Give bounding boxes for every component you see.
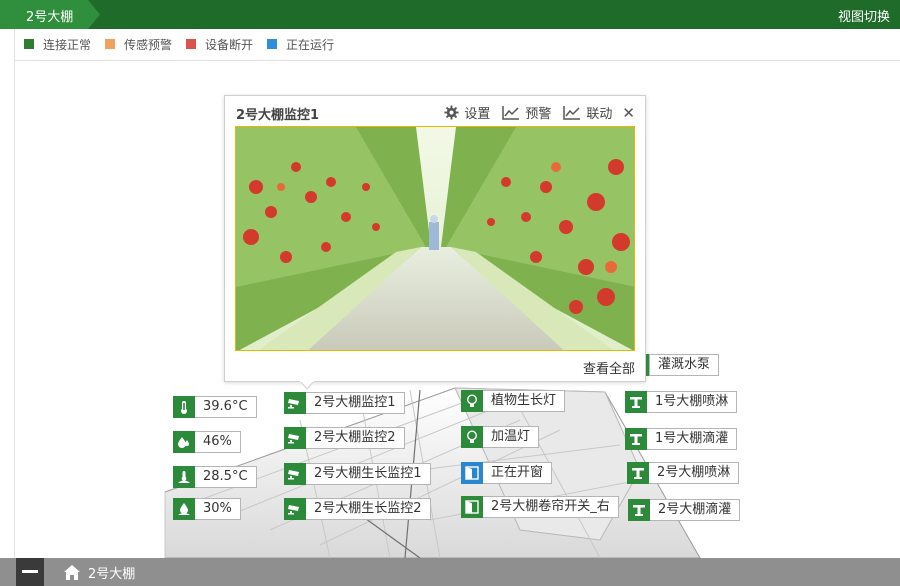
sprinkler-icon (628, 499, 650, 521)
device-label: 灌溉水泵 (649, 354, 720, 376)
legend-swatch (267, 39, 278, 49)
settings-label: 设置 (464, 107, 491, 122)
window-icon (461, 462, 483, 484)
legend-item-connected: 连接正常 (24, 36, 91, 52)
linkage-label: 联动 (586, 107, 613, 122)
view-all-link[interactable]: 查看全部 (583, 358, 635, 377)
breadcrumb[interactable]: 2号大棚 (0, 0, 100, 29)
legend-label: 设备断开 (205, 37, 254, 52)
popup-toolbar: 设置 预警 联动 ✕ (438, 103, 635, 122)
curtain-switch-right[interactable]: 2号大棚卷帘开关_右 (461, 496, 619, 518)
legend-item-sensor-warning: 传感预警 (105, 36, 172, 52)
home-label: 2号大棚 (88, 567, 136, 582)
status-legend: 连接正常 传感预警 设备断开 正在运行 (24, 36, 334, 52)
device-label: 1号大棚喷淋 (647, 391, 738, 413)
line-chart-icon (502, 106, 520, 120)
camera-device-3[interactable]: 2号大棚生长监控1 (284, 463, 431, 485)
humidity-drop-icon (173, 431, 195, 453)
thermometer-icon (173, 396, 195, 418)
irrigation-pump[interactable]: 灌溉水泵 (646, 354, 720, 376)
camera-device-1[interactable]: 2号大棚监控1 (284, 392, 405, 414)
legend-label: 正在运行 (286, 37, 335, 52)
irrigation-drip-2[interactable]: 2号大棚滴灌 (628, 499, 741, 521)
device-label: 2号大棚生长监控2 (306, 498, 431, 520)
camera-icon (284, 463, 306, 485)
device-label: 正在开窗 (483, 462, 553, 484)
sensor-value: 28.5°C (195, 466, 257, 488)
device-label: 2号大棚卷帘开关_右 (483, 496, 619, 518)
light-bulb-icon (461, 426, 483, 448)
breadcrumb-label: 2号大棚 (26, 10, 74, 25)
device-label: 2号大棚喷淋 (649, 462, 740, 484)
content-left-border (14, 29, 15, 558)
bottom-bar: 2号大棚 (0, 558, 900, 586)
sprinkler-icon (627, 462, 649, 484)
warning-label: 预警 (525, 107, 552, 122)
camera-icon (284, 392, 306, 414)
sensor-value: 39.6°C (195, 396, 257, 418)
legend-label: 连接正常 (43, 37, 92, 52)
light-plant-growth[interactable]: 植物生长灯 (461, 390, 566, 412)
sensor-value: 30% (195, 498, 241, 520)
minus-icon (22, 570, 38, 573)
soil-moisture-icon (173, 498, 195, 520)
legend-label: 传感预警 (124, 37, 173, 52)
device-label: 1号大棚滴灌 (647, 428, 738, 450)
sensor-soil-moisture[interactable]: 30% (173, 498, 241, 520)
soil-temperature-icon (173, 466, 195, 488)
light-heating[interactable]: 加温灯 (461, 426, 540, 448)
camera-device-4[interactable]: 2号大棚生长监控2 (284, 498, 431, 520)
device-label: 加温灯 (483, 426, 540, 448)
irrigation-spray-2[interactable]: 2号大棚喷淋 (627, 462, 740, 484)
window-opener[interactable]: 正在开窗 (461, 462, 553, 484)
popup-title: 2号大棚监控1 (236, 108, 320, 123)
line-chart-icon (563, 106, 581, 120)
sprinkler-icon (625, 391, 647, 413)
gear-icon (444, 105, 459, 120)
legend-swatch (186, 39, 197, 49)
window-icon (461, 496, 483, 518)
sensor-air-temperature[interactable]: 39.6°C (173, 396, 257, 418)
warning-button[interactable]: 预警 (502, 103, 551, 122)
sprinkler-icon (625, 428, 647, 450)
camera-icon (284, 427, 306, 449)
close-icon[interactable]: ✕ (622, 104, 635, 122)
camera-popup: 2号大棚监控1 设置 预警 联动 ✕ 查看全部 (224, 95, 646, 382)
legend-item-disconnected: 设备断开 (186, 36, 253, 52)
app-root: 2号大棚 视图切换 连接正常 传感预警 设备断开 正在运行 2号大棚监控1 设置… (0, 0, 900, 586)
legend-swatch (105, 39, 116, 49)
legend-divider (14, 60, 900, 61)
collapse-button[interactable] (16, 558, 44, 586)
camera-feed-image (235, 126, 635, 351)
device-label: 2号大棚监控1 (306, 392, 405, 414)
sensor-value: 46% (195, 431, 241, 453)
device-label: 2号大棚监控2 (306, 427, 405, 449)
home-icon (64, 565, 80, 580)
linkage-button[interactable]: 联动 (563, 103, 612, 122)
legend-item-running: 正在运行 (267, 36, 334, 52)
camera-icon (284, 498, 306, 520)
camera-device-2[interactable]: 2号大棚监控2 (284, 427, 405, 449)
device-label: 植物生长灯 (483, 390, 566, 412)
sensor-soil-temperature[interactable]: 28.5°C (173, 466, 257, 488)
top-bar: 2号大棚 视图切换 (0, 0, 900, 29)
sensor-air-humidity[interactable]: 46% (173, 431, 241, 453)
legend-swatch (24, 39, 34, 49)
irrigation-spray-1[interactable]: 1号大棚喷淋 (625, 391, 738, 413)
popup-pointer (300, 381, 314, 389)
device-label: 2号大棚生长监控1 (306, 463, 431, 485)
light-bulb-icon (461, 390, 483, 412)
settings-button[interactable]: 设置 (444, 103, 490, 122)
irrigation-drip-1[interactable]: 1号大棚滴灌 (625, 428, 738, 450)
view-switch-button[interactable]: 视图切换 (838, 6, 890, 25)
device-label: 2号大棚滴灌 (650, 499, 741, 521)
home-breadcrumb[interactable]: 2号大棚 (64, 563, 135, 582)
